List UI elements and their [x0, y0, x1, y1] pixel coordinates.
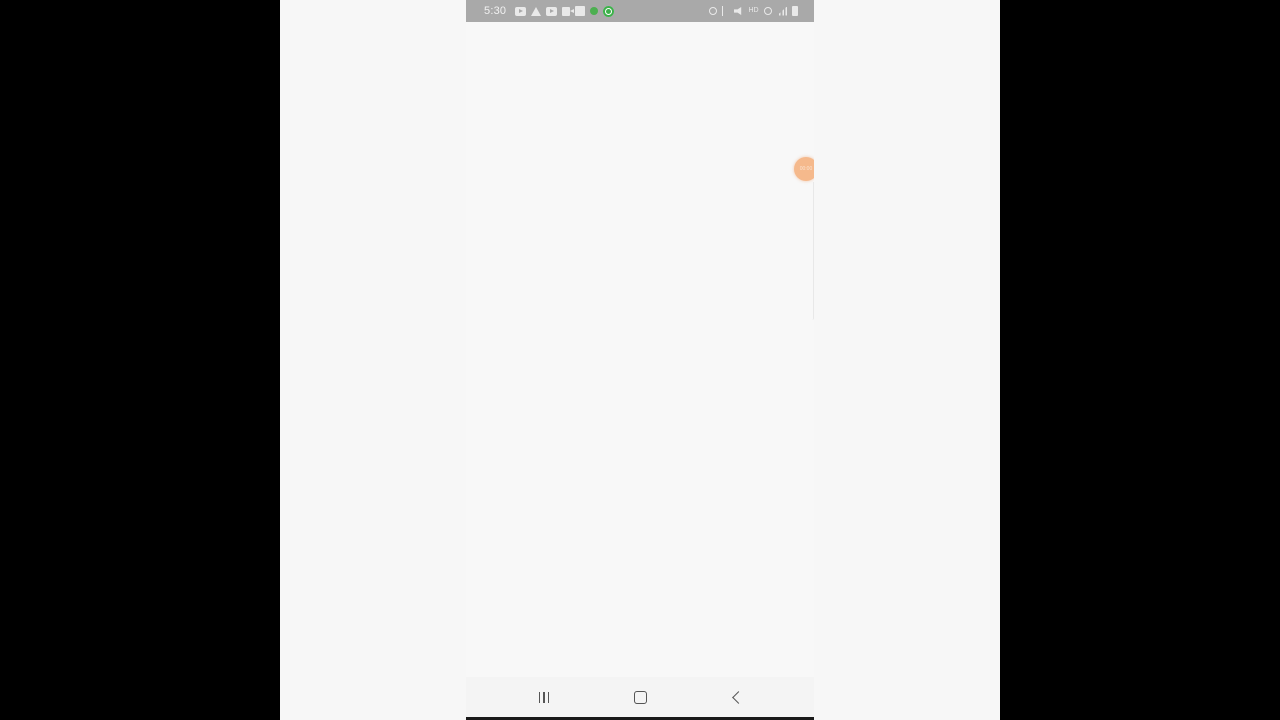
- phone-screen: 5:30 HD 00:00: [466, 0, 814, 720]
- youtube-icon: [546, 6, 558, 16]
- back-button[interactable]: [716, 679, 756, 715]
- navigation-bar: [466, 677, 814, 717]
- floating-recorder-bubble[interactable]: 00:00: [794, 157, 814, 181]
- youtube-icon: [515, 6, 527, 16]
- wifi-icon: [764, 7, 772, 15]
- warning-icon: [531, 6, 542, 16]
- status-time: 5:30: [484, 5, 507, 17]
- back-icon: [731, 690, 745, 704]
- mute-icon: [734, 7, 742, 15]
- status-bar-left: 5:30: [484, 5, 615, 17]
- green-app-icon: [603, 5, 615, 17]
- recents-button[interactable]: [524, 679, 564, 715]
- green-dot-icon: [590, 7, 599, 15]
- status-bar-right: HD: [709, 6, 798, 16]
- video-camera-icon: [562, 6, 575, 16]
- recents-icon: [538, 691, 550, 703]
- side-panel-handle[interactable]: [811, 182, 814, 320]
- app-content-area: 00:00: [466, 22, 814, 677]
- bluetooth-icon: [722, 6, 729, 16]
- hd-icon: HD: [748, 6, 759, 14]
- alarm-icon: [709, 7, 717, 15]
- floating-bubble-label: 00:00: [799, 166, 813, 172]
- battery-icon: [792, 6, 798, 16]
- signal-icon: [777, 6, 787, 16]
- home-icon: [633, 690, 647, 704]
- status-bar: 5:30 HD: [466, 0, 814, 22]
- home-button[interactable]: [620, 679, 660, 715]
- puzzle-icon: [575, 6, 586, 16]
